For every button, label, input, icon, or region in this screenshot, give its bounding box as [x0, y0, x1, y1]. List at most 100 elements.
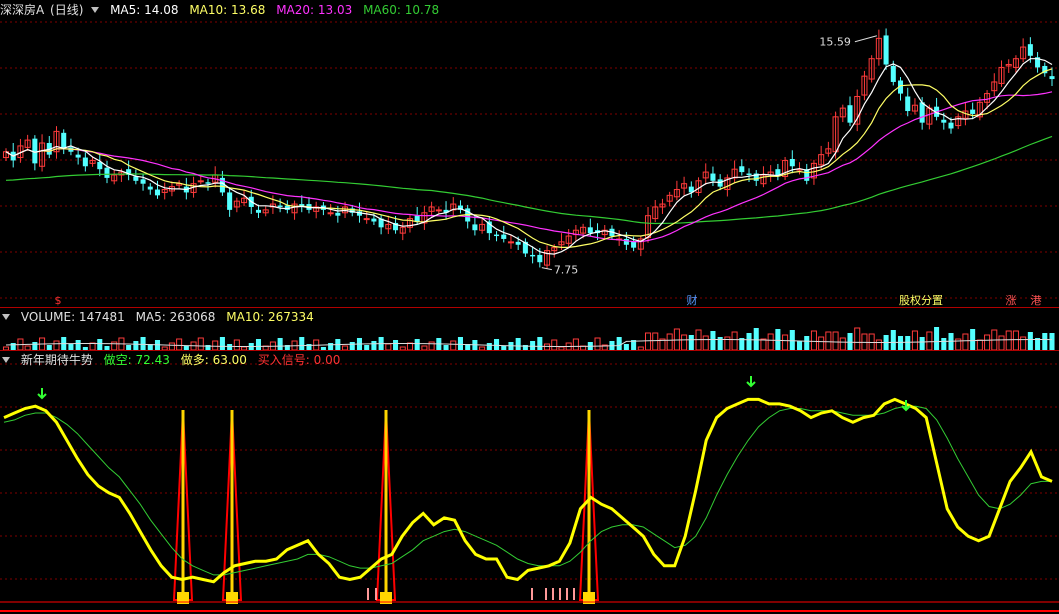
volume-bar — [10, 343, 16, 350]
sell-arrow-icon — [746, 376, 756, 388]
volume-bar — [775, 329, 781, 350]
volume-bar — [494, 339, 500, 350]
chevron-down-icon[interactable] — [2, 357, 10, 363]
stock-name: 深深房A — [0, 3, 45, 17]
volume-bar — [393, 340, 399, 350]
volume-bar — [406, 342, 413, 351]
candle-body — [154, 189, 161, 196]
volume-bar — [970, 329, 976, 350]
indicator-panel-header: 新年期待牛势 做空: 72.43 做多: 63.00 买入信号: 0.00 — [0, 352, 347, 368]
high-pointer — [854, 35, 878, 43]
chevron-down-icon[interactable] — [2, 314, 10, 320]
volume-bar — [731, 331, 738, 351]
ma10-line — [5, 68, 1053, 248]
volume-bar — [371, 341, 377, 350]
sell-arrow-icon — [37, 388, 47, 400]
volume-bar — [1049, 333, 1055, 350]
short-readout: 做空: 72.43 — [103, 353, 170, 367]
volume-bar — [233, 339, 240, 351]
volume-bar — [457, 337, 463, 350]
volume-bar — [515, 338, 521, 350]
candle-body — [890, 65, 896, 82]
volume-bar — [688, 335, 694, 350]
candle-body — [472, 224, 478, 231]
volume-bar — [537, 337, 543, 350]
candle-body — [255, 209, 262, 213]
event-marker: 股权分置 — [899, 294, 943, 307]
volume-readout: VOLUME: 147481 — [20, 310, 125, 324]
volume-bar — [825, 331, 832, 351]
volume-bar — [681, 334, 688, 351]
candle-body — [494, 234, 500, 237]
volume-bar — [890, 330, 896, 350]
volume-bar — [277, 338, 283, 350]
volume-bar — [97, 339, 103, 350]
volume-bar — [652, 332, 659, 351]
volume-bar — [32, 342, 38, 350]
volume-bar — [796, 341, 803, 350]
volume-bar — [976, 339, 983, 351]
candle-body — [501, 234, 507, 239]
volume-bar — [328, 343, 334, 350]
candle-body — [205, 182, 211, 184]
volume-bar — [349, 342, 355, 350]
volume-bar — [414, 339, 420, 350]
candle-body — [746, 173, 752, 175]
volume-bar — [594, 337, 601, 351]
volume-bar — [212, 340, 219, 351]
volume-bar — [1042, 333, 1048, 350]
candle-body — [82, 157, 88, 167]
low-price-label: 7.75 — [554, 264, 579, 277]
candle-body — [905, 96, 911, 112]
volume-bar — [299, 337, 305, 350]
volume-bar — [255, 339, 262, 350]
volume-bar — [804, 336, 810, 350]
volume-bar — [998, 335, 1005, 351]
volume-bar — [934, 327, 940, 350]
volume-bar — [789, 330, 795, 350]
volume-bar — [89, 342, 96, 351]
volume-bar — [810, 330, 817, 351]
volume-bar — [839, 337, 846, 351]
volume-bar — [962, 333, 969, 351]
volume-bar — [75, 340, 81, 350]
volume-bar — [450, 340, 457, 351]
ma5-line — [5, 58, 1053, 255]
candle-body — [507, 241, 514, 244]
candle-body — [327, 212, 334, 215]
volume-bar — [767, 333, 774, 351]
event-marker: 港 — [1031, 294, 1042, 307]
high-price-label: 15.59 — [819, 36, 851, 49]
short-line — [3, 397, 1053, 584]
candle-body — [147, 186, 153, 190]
volume-bar — [133, 341, 139, 350]
volume-bar — [219, 337, 225, 350]
ma10-readout: MA10: 13.68 — [189, 3, 266, 17]
volume-bar — [941, 338, 947, 350]
candle-body — [710, 173, 716, 181]
long-readout: 做多: 63.00 — [180, 353, 247, 367]
candle-body — [75, 154, 81, 158]
candle-body — [140, 179, 146, 184]
candle-body — [948, 122, 954, 129]
candle-body — [133, 176, 139, 181]
volume-bar — [168, 342, 175, 351]
volume-bar — [486, 343, 492, 350]
candle-body — [530, 254, 536, 257]
candle-body — [363, 218, 370, 221]
stock-chart-window[interactable]: 15.59 7.75 $ 财 股权分置 涨 港 深深房A (日线) MA5: 14.08 M… — [0, 0, 1059, 614]
event-marker: 财 — [687, 293, 698, 307]
chevron-down-icon[interactable] — [91, 7, 100, 13]
candle-body — [537, 254, 543, 263]
candle-body — [883, 35, 889, 65]
candle-body — [941, 119, 947, 123]
ma5-readout: MA5: 14.08 — [110, 3, 179, 17]
panel-separator — [0, 610, 1059, 612]
price-panel-header: 深深房A (日线) MA5: 14.08 MA10: 13.68 MA20: 1… — [0, 2, 446, 18]
volume-bar — [717, 337, 723, 350]
volume-bar — [551, 339, 558, 351]
long-line — [3, 405, 1052, 576]
volume-bar — [818, 336, 825, 351]
candle-body — [1027, 44, 1033, 56]
volume-bar — [710, 331, 716, 350]
